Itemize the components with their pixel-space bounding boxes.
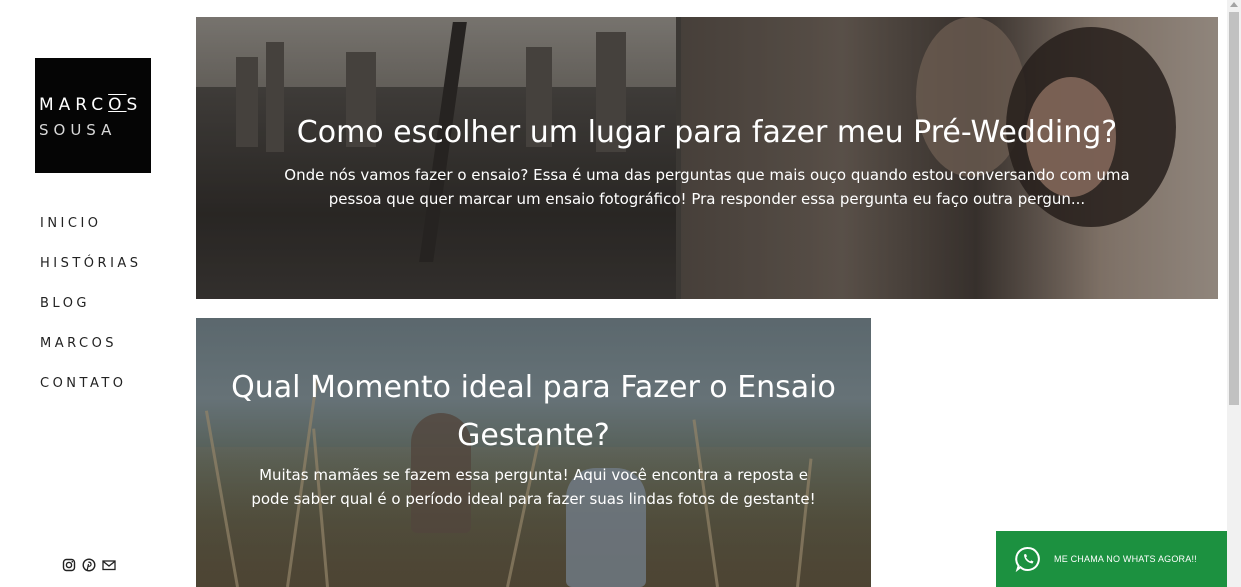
site-logo[interactable]: MARCOS SOUSA xyxy=(35,58,151,173)
email-icon[interactable] xyxy=(102,558,116,572)
pinterest-icon[interactable] xyxy=(82,558,96,572)
logo-line-2: SOUSA xyxy=(39,121,117,139)
whatsapp-button[interactable]: ME CHAMA NO WHATS AGORA!! xyxy=(996,531,1232,587)
blog-post-card[interactable]: Como escolher um lugar para fazer meu Pr… xyxy=(196,17,1218,299)
social-links xyxy=(62,558,116,572)
scrollbar-thumb[interactable] xyxy=(1229,12,1239,405)
scroll-up-arrow[interactable] xyxy=(1230,2,1238,7)
blog-post-card[interactable]: Qual Momento ideal para Fazer o Ensaio G… xyxy=(196,318,871,587)
instagram-icon[interactable] xyxy=(62,558,76,572)
main-nav: INICIO HISTÓRIAS BLOG MARCOS CONTATO xyxy=(40,215,142,415)
whatsapp-label: ME CHAMA NO WHATS AGORA!! xyxy=(1054,554,1197,564)
nav-item-marcos[interactable]: MARCOS xyxy=(40,335,142,375)
whatsapp-icon xyxy=(1014,545,1042,573)
logo-line-1: MARCOS xyxy=(39,95,143,115)
post-excerpt: Onde nós vamos fazer o ensaio? Essa é um… xyxy=(284,166,1130,208)
nav-item-inicio[interactable]: INICIO xyxy=(40,215,142,255)
post-excerpt: Muitas mamães se fazem essa pergunta! Aq… xyxy=(251,466,816,508)
nav-item-contato[interactable]: CONTATO xyxy=(40,375,142,415)
page-scrollbar[interactable] xyxy=(1227,0,1241,587)
post-title[interactable]: Qual Momento ideal para Fazer o Ensaio G… xyxy=(226,364,841,460)
nav-item-blog[interactable]: BLOG xyxy=(40,295,142,335)
nav-item-historias[interactable]: HISTÓRIAS xyxy=(40,255,142,295)
post-title[interactable]: Como escolher um lugar para fazer meu Pr… xyxy=(196,115,1218,150)
